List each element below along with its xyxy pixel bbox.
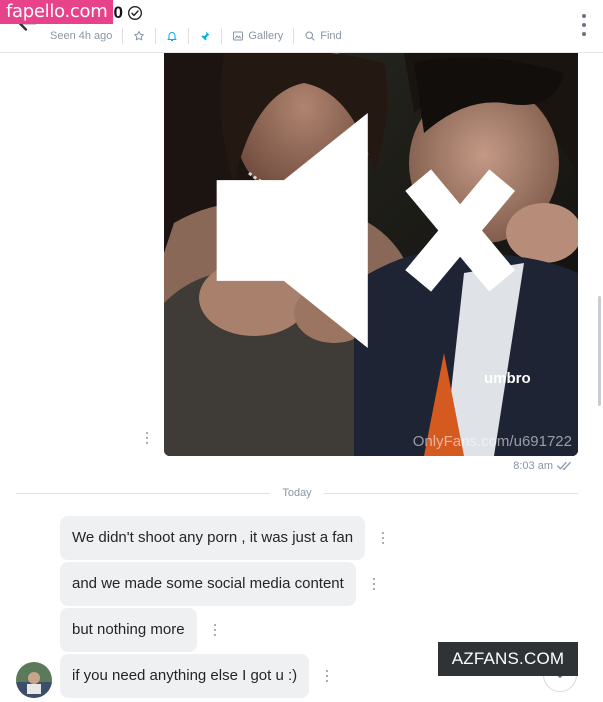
search-icon [305, 31, 315, 41]
message-options-button[interactable] [381, 532, 385, 544]
message-bubble[interactable]: We didn't shoot any porn , it was just a… [60, 516, 366, 560]
message-bubble[interactable]: and we made some social media content [60, 562, 356, 606]
find-label: Find [320, 30, 342, 42]
message-options-button[interactable] [325, 670, 329, 682]
message-bubble[interactable]: if you need anything else I got u :) [60, 654, 310, 698]
day-divider: Today [16, 486, 579, 500]
photo-options-button[interactable] [144, 432, 150, 444]
chat-toolbar: Seen 4h ago Gallery Find [46, 27, 352, 45]
message-row: but nothing more [60, 608, 217, 652]
message-row: and we made some social media content [60, 562, 376, 606]
mute-icon[interactable] [164, 53, 558, 432]
watermark-logo: fapello.com [0, 0, 114, 24]
more-vertical-icon[interactable] [581, 14, 587, 36]
message-photo[interactable]: umbro OnlyFans.com/u691722 [164, 53, 578, 456]
last-seen-status: Seen 4h ago [46, 28, 124, 44]
star-icon [134, 31, 145, 41]
message-options-button[interactable] [372, 578, 376, 590]
double-check-icon [557, 461, 571, 471]
gallery-icon [233, 31, 244, 41]
avatar[interactable] [16, 662, 52, 698]
gallery-button[interactable]: Gallery [222, 28, 295, 44]
gallery-label: Gallery [248, 30, 284, 42]
notifications-button[interactable] [156, 28, 190, 44]
pin-button[interactable] [189, 28, 223, 44]
message-row: if you need anything else I got u :) [60, 654, 329, 698]
day-label: Today [282, 487, 312, 499]
message-options-button[interactable] [213, 624, 217, 636]
message-timestamp: 8:03 am [513, 460, 575, 472]
favorite-button[interactable] [123, 28, 157, 44]
last-seen-text: Seen 4h ago [50, 30, 113, 42]
bell-icon [167, 32, 177, 41]
pin-icon [201, 31, 210, 41]
message-time-text: 8:03 am [513, 460, 553, 472]
photo-watermark: OnlyFans.com/u691722 [412, 433, 572, 450]
find-button[interactable]: Find [294, 28, 351, 44]
verified-icon [127, 6, 142, 20]
watermark-banner: AZFANS.COM [438, 642, 578, 676]
scrollbar[interactable] [598, 296, 601, 406]
message-bubble[interactable]: but nothing more [60, 608, 197, 652]
message-row: We didn't shoot any porn , it was just a… [60, 516, 385, 560]
